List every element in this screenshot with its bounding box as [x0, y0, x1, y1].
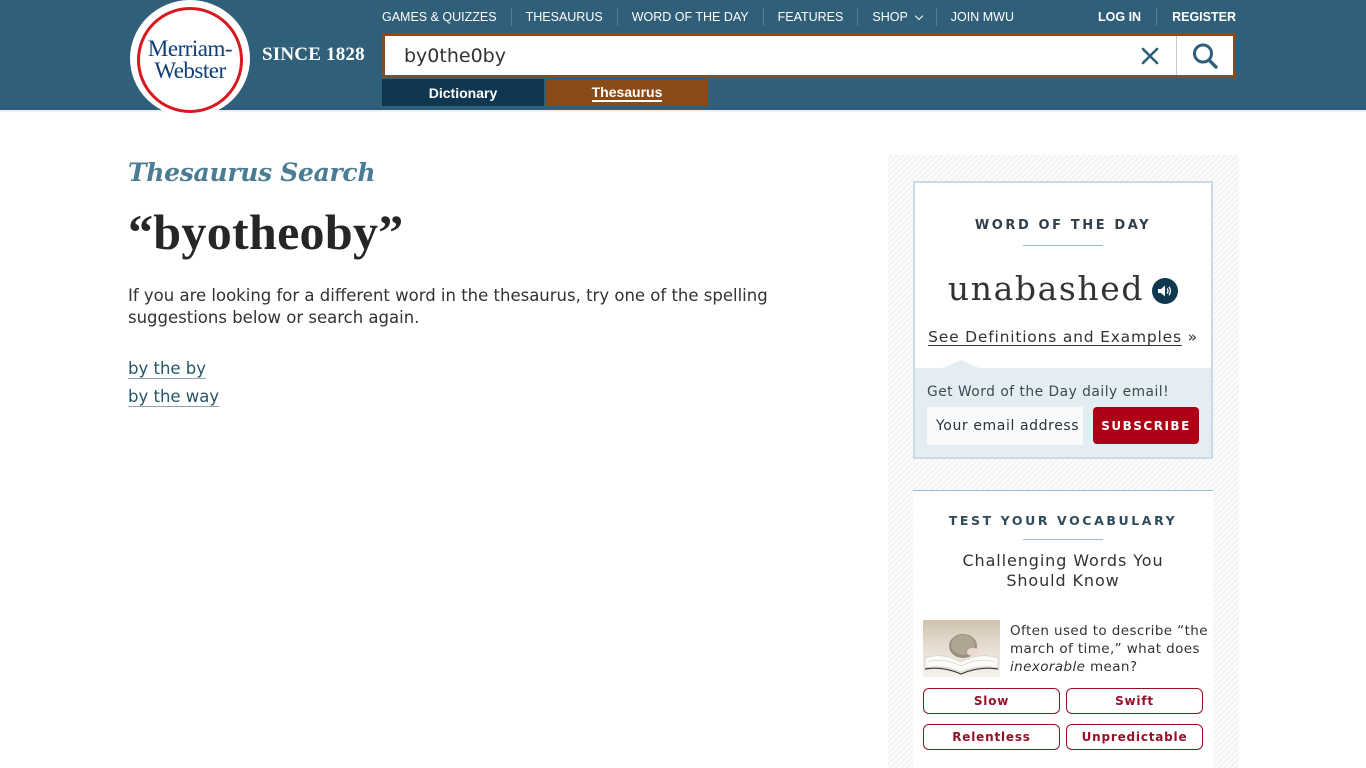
tab-thesaurus[interactable]: Thesaurus	[546, 79, 708, 106]
speaker-icon	[1158, 285, 1172, 296]
vocab-heading: TEST YOUR VOCABULARY	[948, 513, 1178, 528]
vocab-divider	[1023, 539, 1103, 540]
merriam-webster-logo[interactable]: Merriam- Webster	[130, 0, 250, 117]
word-of-the-day-widget: WORD OF THE DAY unabashed See Definition…	[913, 181, 1213, 459]
subscribe-button[interactable]: SUBSCRIBE	[1093, 407, 1199, 444]
spelling-suggestions: by the by by the way	[128, 359, 828, 406]
close-icon	[1141, 47, 1159, 64]
answer-button-relentless[interactable]: Relentless	[923, 724, 1060, 750]
right-sidebar: WORD OF THE DAY unabashed See Definition…	[888, 155, 1239, 768]
answer-button-unpredictable[interactable]: Unpredictable	[1066, 724, 1203, 750]
nav-join-mwu[interactable]: JOIN MWU	[935, 8, 1028, 26]
wotd-email-signup: Get Word of the Day daily email! SUBSCRI…	[915, 360, 1211, 457]
quiz-question: Often used to describe “the march of tim…	[1010, 622, 1210, 676]
nav-games-quizzes[interactable]: GAMES & QUIZZES	[382, 8, 511, 26]
section-title: Thesaurus Search	[128, 158, 376, 187]
search-button[interactable]	[1176, 36, 1233, 75]
logo-text-line2: Webster	[154, 58, 226, 83]
answer-button-slow[interactable]: Slow	[923, 688, 1060, 714]
wotd-word[interactable]: unabashed	[948, 269, 1144, 308]
site-header: Merriam- Webster SINCE 1828 GAMES & QUIZ…	[0, 0, 1366, 117]
search-mode-tabs: Dictionary Thesaurus	[382, 79, 708, 106]
wotd-link-row: See Definitions and Examples »	[915, 328, 1211, 346]
quiz-question-word: inexorable	[1010, 659, 1086, 675]
since-1828-tagline: SINCE 1828	[262, 44, 365, 65]
auth-nav: LOG IN REGISTER	[1083, 8, 1236, 26]
tab-dictionary[interactable]: Dictionary	[382, 79, 544, 106]
login-link[interactable]: LOG IN	[1083, 8, 1156, 26]
top-nav: GAMES & QUIZZES THESAURUS WORD OF THE DA…	[382, 8, 1028, 26]
logo-ring: Merriam- Webster	[137, 7, 243, 113]
see-definitions-link[interactable]: See Definitions and Examples	[928, 328, 1182, 346]
logo-text-line1: Merriam-	[147, 36, 233, 61]
nav-thesaurus[interactable]: THESAURUS	[510, 8, 617, 26]
double-chevron-right-icon: »	[1187, 328, 1198, 346]
answer-button-swift[interactable]: Swift	[1066, 688, 1203, 714]
email-field[interactable]	[927, 407, 1083, 445]
spelling-suggestion-description: If you are looking for a different word …	[128, 286, 768, 327]
vocab-quiz-title[interactable]: Challenging Words You Should Know	[933, 551, 1193, 591]
nav-shop[interactable]: SHOP	[857, 8, 935, 26]
main-content: Thesaurus Search “byotheoby” If you are …	[128, 158, 828, 415]
quiz-question-text: Often used to describe “the march of tim…	[1010, 623, 1208, 657]
search-query-heading: “byotheoby”	[128, 204, 404, 260]
nav-features[interactable]: FEATURES	[762, 8, 858, 26]
nav-shop-label: SHOP	[872, 10, 908, 24]
wotd-divider	[1023, 245, 1103, 246]
clear-search-button[interactable]	[1124, 36, 1176, 75]
search-input[interactable]	[385, 36, 1124, 75]
quiz-question-end: mean?	[1085, 659, 1138, 675]
wotd-word-row: unabashed	[915, 269, 1211, 308]
hedgehog-book-illustration	[924, 634, 999, 675]
register-link[interactable]: REGISTER	[1156, 8, 1236, 26]
wotd-heading: WORD OF THE DAY	[974, 218, 1152, 233]
search-icon	[1193, 43, 1218, 69]
suggestion-link[interactable]: by the by	[128, 359, 206, 378]
test-your-vocabulary-widget: TEST YOUR VOCABULARY Challenging Words Y…	[913, 490, 1213, 768]
tab-thesaurus-label: Thesaurus	[591, 83, 663, 102]
suggestion-link[interactable]: by the way	[128, 387, 219, 406]
email-signup-label: Get Word of the Day daily email!	[927, 384, 1170, 400]
pronunciation-audio-button[interactable]	[1152, 277, 1179, 304]
nav-word-of-the-day[interactable]: WORD OF THE DAY	[616, 8, 763, 26]
quiz-image-hedgehog-on-book	[923, 620, 1000, 677]
chevron-down-icon	[914, 11, 924, 20]
search-bar	[382, 33, 1236, 78]
